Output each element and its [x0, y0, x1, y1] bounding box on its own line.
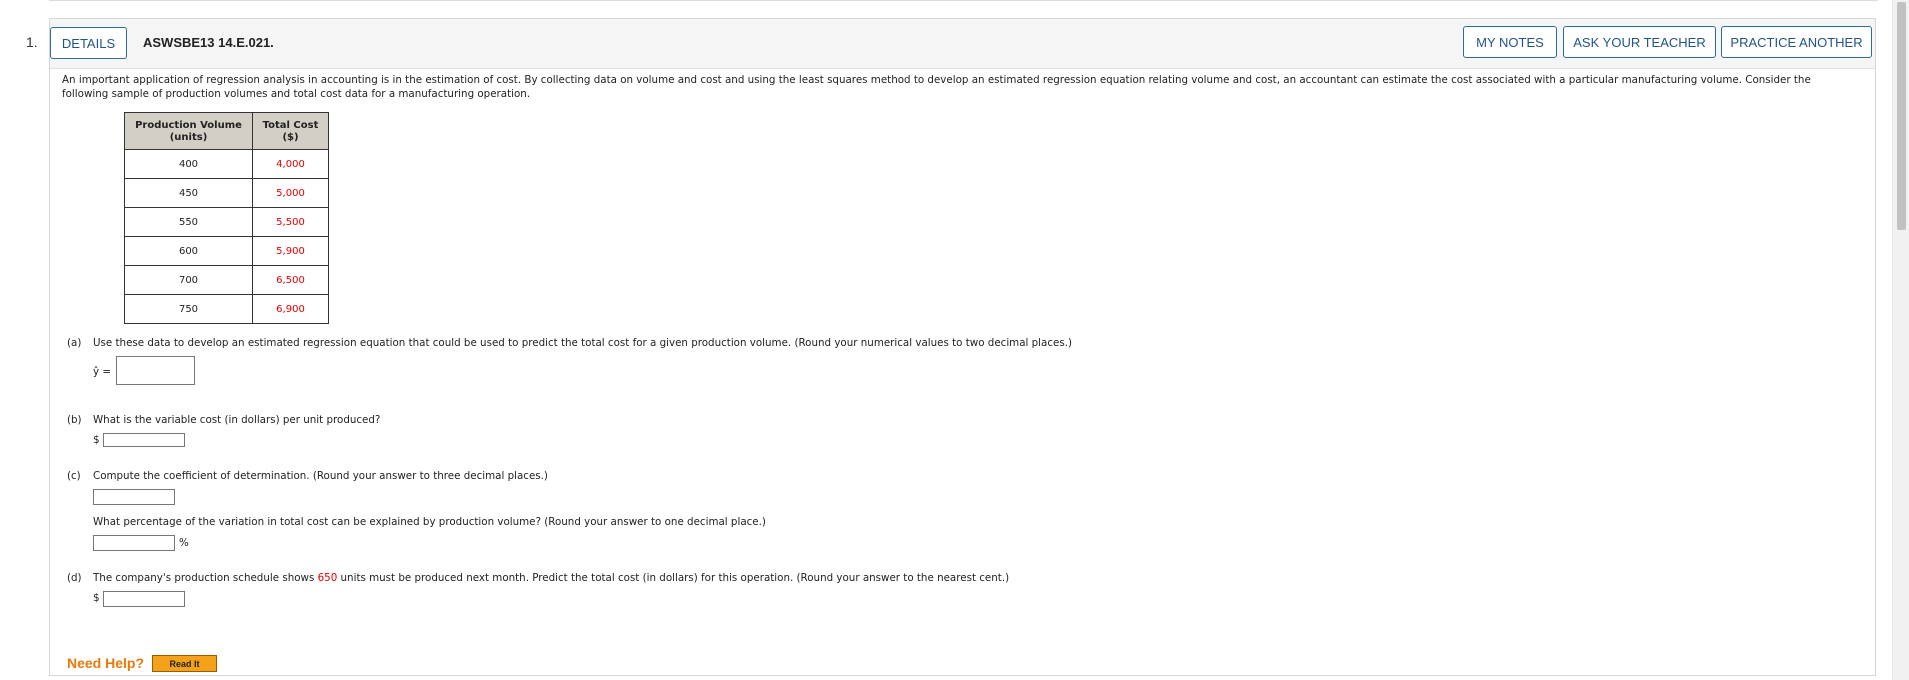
ask-your-teacher-button[interactable]: ASK YOUR TEACHER [1563, 26, 1716, 58]
table-row: 450 5,000 [124, 178, 329, 208]
part-c-prompt-2: What percentage of the variation in tota… [93, 516, 766, 528]
cost-cell: 4,000 [252, 149, 329, 179]
y-hat-label: ŷ = [93, 366, 111, 378]
scrollbar-thumb[interactable] [1897, 2, 1906, 230]
variable-cost-input[interactable] [103, 433, 185, 447]
practice-another-button[interactable]: PRACTICE ANOTHER [1721, 26, 1872, 58]
table-row: 400 4,000 [124, 149, 329, 179]
read-it-button[interactable]: Read It [152, 655, 217, 672]
table-row: 750 6,900 [124, 294, 329, 324]
percentage-explained-input[interactable] [93, 535, 175, 551]
cost-cell: 6,500 [252, 265, 329, 295]
dollar-sign: $ [93, 592, 100, 604]
part-d-text-before: The company's production schedule shows [93, 572, 315, 584]
table-row: 600 5,900 [124, 236, 329, 266]
data-table: Production Volume (units) Total Cost ($) 4… [124, 112, 329, 324]
volume-cell: 400 [124, 149, 253, 179]
part-b-prompt: What is the variable cost (in dollars) p… [93, 414, 381, 426]
part-c-prompt: Compute the coefficient of determination… [93, 470, 548, 482]
regression-equation-input[interactable] [116, 356, 195, 385]
table-row: 700 6,500 [124, 265, 329, 295]
volume-cell: 700 [124, 265, 253, 295]
part-d-label: (d) [67, 572, 82, 584]
part-c-label: (c) [67, 470, 81, 482]
question-number: 1. [26, 34, 38, 50]
details-button[interactable]: DETAILS [50, 27, 127, 59]
need-help-label: Need Help? [67, 655, 145, 671]
column-header-cost: Total Cost ($) [252, 112, 329, 150]
problem-intro: An important application of regression a… [62, 74, 1811, 100]
coefficient-of-determination-input[interactable] [93, 489, 175, 505]
top-divider [49, 0, 1878, 2]
volume-cell: 450 [124, 178, 253, 208]
predicted-cost-input[interactable] [103, 591, 185, 607]
part-a-label: (a) [67, 337, 82, 349]
cost-cell: 6,900 [252, 294, 329, 324]
percent-sign: % [179, 537, 189, 549]
part-b-label: (b) [67, 414, 82, 426]
part-d-units-value: 650 [317, 572, 338, 584]
question-code: ASWSBE13 14.E.021. [143, 35, 274, 50]
part-a-prompt: Use these data to develop an estimated r… [93, 337, 1073, 349]
cost-cell: 5,900 [252, 236, 329, 266]
table-row: 550 5,500 [124, 207, 329, 237]
question-header: DETAILS ASWSBE13 14.E.021. MY NOTES ASK … [50, 19, 1875, 69]
volume-cell: 600 [124, 236, 253, 266]
dollar-sign: $ [93, 434, 100, 446]
part-d-text-after: units must be produced next month. Predi… [340, 572, 1010, 584]
vertical-scrollbar[interactable] [1892, 0, 1909, 680]
question-card: DETAILS ASWSBE13 14.E.021. MY NOTES ASK … [49, 18, 1876, 676]
cost-cell: 5,500 [252, 207, 329, 237]
my-notes-button[interactable]: MY NOTES [1463, 26, 1557, 58]
volume-cell: 550 [124, 207, 253, 237]
column-header-volume: Production Volume (units) [124, 112, 253, 150]
volume-cell: 750 [124, 294, 253, 324]
part-d-prompt: The company's production schedule shows … [93, 572, 1009, 584]
cost-cell: 5,000 [252, 178, 329, 208]
